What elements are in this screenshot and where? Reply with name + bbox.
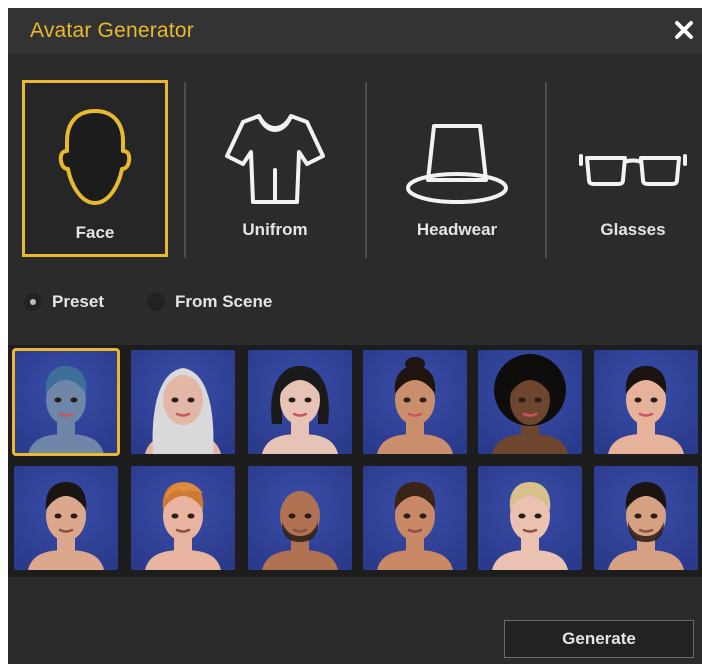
avatar-male-bald-beard (248, 466, 352, 570)
avatar-thumbnail[interactable] (131, 350, 235, 454)
avatar-thumbnail[interactable] (131, 466, 235, 570)
avatar-thumbnail[interactable] (248, 350, 352, 454)
avatar-female-bangs (594, 350, 698, 454)
avatar-male-ginger (131, 466, 235, 570)
avatar-thumbnail[interactable] (478, 466, 582, 570)
avatar-female-blue-hair (14, 350, 118, 454)
preset-radio-label: Preset (52, 292, 104, 311)
close-icon[interactable] (670, 16, 698, 44)
tab-divider (184, 82, 186, 258)
avatar-thumbnail[interactable] (594, 350, 698, 454)
title-bar: Avatar Generator (8, 8, 702, 54)
radio-unselected-icon (147, 293, 165, 311)
avatar-thumbnail[interactable] (478, 350, 582, 454)
avatar-male-blond (478, 466, 582, 570)
face-outline-icon (58, 109, 132, 205)
tab-face-label: Face (75, 223, 115, 242)
tab-face[interactable]: Face (22, 80, 168, 257)
avatar-thumbnail[interactable] (12, 348, 120, 456)
avatar-thumbnail[interactable] (14, 466, 118, 570)
avatar-generator-window: Avatar Generator Face Unifrom Headwear G… (8, 8, 702, 664)
glasses-icon (579, 154, 687, 186)
avatar-female-dark-bob (248, 350, 352, 454)
tab-glasses[interactable]: Glasses (564, 80, 702, 257)
avatar-thumbnail[interactable] (594, 466, 698, 570)
tab-uniform[interactable]: Unifrom (202, 80, 348, 257)
window-title: Avatar Generator (30, 19, 194, 42)
avatar-female-hijab (131, 350, 235, 454)
avatar-male-fade (363, 466, 467, 570)
preset-radio[interactable]: Preset (24, 291, 124, 313)
radio-selected-icon (24, 293, 42, 311)
avatar-thumbnail[interactable] (363, 466, 467, 570)
shirt-icon (225, 114, 325, 204)
hat-icon (406, 124, 508, 204)
avatar-thumbnail[interactable] (363, 350, 467, 454)
from-scene-radio[interactable]: From Scene (147, 291, 307, 313)
tab-headwear-label: Headwear (416, 220, 498, 239)
avatar-thumbnail[interactable] (248, 466, 352, 570)
tab-glasses-label: Glasses (600, 220, 666, 239)
tab-headwear[interactable]: Headwear (384, 80, 530, 257)
avatar-female-bun (363, 350, 467, 454)
avatar-male-short-dark (14, 466, 118, 570)
tab-uniform-label: Unifrom (242, 220, 308, 239)
tab-divider (545, 82, 547, 258)
tab-divider (365, 82, 367, 258)
from-scene-radio-label: From Scene (175, 292, 273, 311)
avatar-male-beard (594, 466, 698, 570)
generate-button[interactable]: Generate (504, 620, 694, 658)
avatar-female-curly (478, 350, 582, 454)
